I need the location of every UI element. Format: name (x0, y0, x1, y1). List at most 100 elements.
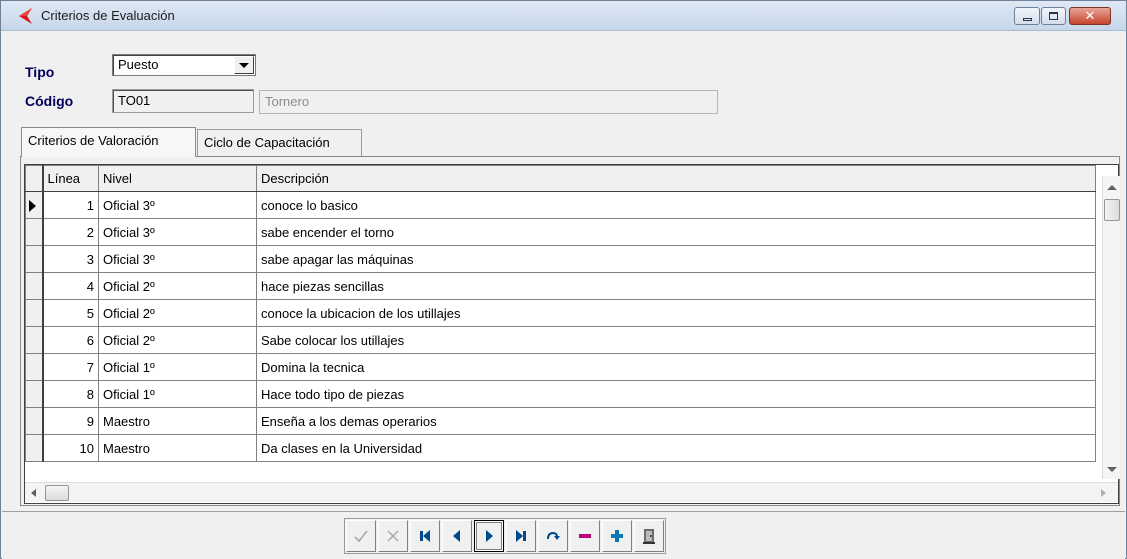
table-row[interactable]: 3 Oficial 3º sabe apagar las máquinas (25, 245, 1096, 273)
row-indicator[interactable] (25, 245, 44, 273)
table-row[interactable]: 7 Oficial 1º Domina la tecnica (25, 353, 1096, 381)
cell-descripcion[interactable]: Domina la tecnica (256, 353, 1096, 381)
delete-icon (579, 534, 591, 538)
insert-button[interactable] (602, 520, 632, 552)
table-row[interactable]: 1 Oficial 3º conoce lo basico (25, 191, 1096, 219)
post-button[interactable] (346, 520, 376, 552)
cell-linea[interactable]: 8 (42, 380, 99, 408)
cancel-icon (387, 530, 399, 542)
row-indicator[interactable] (25, 326, 44, 354)
cell-nivel[interactable]: Oficial 2º (98, 272, 257, 300)
cell-linea[interactable]: 4 (42, 272, 99, 300)
cell-linea[interactable]: 3 (42, 245, 99, 273)
codigo-field[interactable]: TO01 (112, 89, 254, 113)
cell-descripcion[interactable]: Enseña a los demas operarios (256, 407, 1096, 435)
cell-descripcion[interactable]: Sabe colocar los utillajes (256, 326, 1096, 354)
column-header-linea[interactable]: Línea (42, 165, 99, 192)
refresh-button[interactable] (538, 520, 568, 552)
row-indicator[interactable] (25, 434, 44, 462)
minimize-button[interactable] (1014, 7, 1040, 25)
insert-icon (611, 530, 623, 542)
row-indicator[interactable] (25, 191, 44, 219)
next-record-button[interactable] (474, 520, 504, 552)
data-grid[interactable]: Línea Nivel Descripción 1 Oficial 3º conoc… (24, 164, 1120, 504)
cell-linea[interactable]: 1 (42, 191, 99, 219)
row-indicator[interactable] (25, 380, 44, 408)
cell-linea[interactable]: 5 (42, 299, 99, 327)
codigo-label: Código (25, 93, 74, 109)
tab-ciclo-capacitacion[interactable]: Ciclo de Capacitación (197, 129, 362, 157)
next-record-icon (486, 530, 493, 542)
cell-descripcion[interactable]: Da clases en la Universidad (256, 434, 1096, 462)
first-record-icon (420, 530, 430, 542)
cell-nivel[interactable]: Oficial 3º (98, 218, 257, 246)
scroll-left-icon[interactable] (31, 489, 36, 497)
table-row[interactable]: 4 Oficial 2º hace piezas sencillas (25, 272, 1096, 300)
close-icon: ✕ (1084, 8, 1096, 24)
row-indicator[interactable] (25, 299, 44, 327)
tipo-select-value: Puesto (118, 57, 159, 72)
cell-descripcion[interactable]: conoce la ubicacion de los utillajes (256, 299, 1096, 327)
cell-linea[interactable]: 9 (42, 407, 99, 435)
cell-descripcion[interactable]: conoce lo basico (256, 191, 1096, 219)
row-indicator[interactable] (25, 218, 44, 246)
cell-descripcion[interactable]: hace piezas sencillas (256, 272, 1096, 300)
table-row[interactable]: 10 Maestro Da clases en la Universidad (25, 434, 1096, 462)
cell-nivel[interactable]: Maestro (98, 434, 257, 462)
window-title: Criterios de Evaluación (41, 8, 175, 23)
exit-door-icon (643, 529, 655, 544)
tipo-label: Tipo (25, 64, 55, 80)
cell-linea[interactable]: 7 (42, 353, 99, 381)
main-window: Criterios de Evaluación ✕ Tipo Puesto Có… (0, 0, 1127, 559)
last-record-button[interactable] (506, 520, 536, 552)
horizontal-scroll-thumb[interactable] (45, 485, 69, 501)
prior-record-icon (453, 530, 460, 542)
first-record-button[interactable] (410, 520, 440, 552)
cell-linea[interactable]: 2 (42, 218, 99, 246)
cell-linea[interactable]: 10 (42, 434, 99, 462)
cell-nivel[interactable]: Oficial 3º (98, 191, 257, 219)
table-row[interactable]: 6 Oficial 2º Sabe colocar los utillajes (25, 326, 1096, 354)
column-header-descripcion[interactable]: Descripción (256, 165, 1096, 192)
delete-button[interactable] (570, 520, 600, 552)
table-row[interactable]: 2 Oficial 3º sabe encender el torno (25, 218, 1096, 246)
cell-nivel[interactable]: Oficial 1º (98, 353, 257, 381)
table-row[interactable]: 5 Oficial 2º conoce la ubicacion de los ut… (25, 299, 1096, 327)
tab-criterios-valoracion[interactable]: Criterios de Valoración (21, 127, 196, 157)
cell-descripcion[interactable]: sabe apagar las máquinas (256, 245, 1096, 273)
prior-record-button[interactable] (442, 520, 472, 552)
cell-nivel[interactable]: Oficial 2º (98, 299, 257, 327)
table-row[interactable]: 9 Maestro Enseña a los demas operarios (25, 407, 1096, 435)
vertical-scroll-thumb[interactable] (1104, 199, 1120, 221)
scroll-up-icon[interactable] (1107, 185, 1117, 190)
cell-nivel[interactable]: Oficial 3º (98, 245, 257, 273)
scroll-right-icon[interactable] (1101, 489, 1106, 497)
table-row[interactable]: 8 Oficial 1º Hace todo tipo de piezas (25, 380, 1096, 408)
tipo-select[interactable]: Puesto (112, 54, 256, 76)
cell-linea[interactable]: 6 (42, 326, 99, 354)
cell-nivel[interactable]: Oficial 2º (98, 326, 257, 354)
descripcion-field: Tornero (259, 90, 718, 114)
header-row: Línea Nivel Descripción (25, 165, 1096, 192)
row-indicator[interactable] (25, 272, 44, 300)
tipo-dropdown-button[interactable] (234, 56, 254, 74)
horizontal-scrollbar[interactable] (25, 482, 1118, 502)
column-header-nivel[interactable]: Nivel (98, 165, 257, 192)
cell-nivel[interactable]: Oficial 1º (98, 380, 257, 408)
refresh-icon (547, 531, 560, 540)
last-record-icon (516, 530, 526, 542)
chevron-down-icon (239, 62, 249, 68)
maximize-button[interactable] (1041, 7, 1066, 25)
cancel-button[interactable] (378, 520, 408, 552)
cell-descripcion[interactable]: sabe encender el torno (256, 218, 1096, 246)
close-button[interactable]: ✕ (1069, 7, 1111, 25)
cell-nivel[interactable]: Maestro (98, 407, 257, 435)
exit-button[interactable] (634, 520, 664, 552)
row-indicator[interactable] (25, 353, 44, 381)
title-bar[interactable]: Criterios de Evaluación ✕ (1, 1, 1126, 31)
post-icon (354, 530, 368, 543)
vertical-scrollbar[interactable] (1102, 176, 1120, 479)
cell-descripcion[interactable]: Hace todo tipo de piezas (256, 380, 1096, 408)
row-indicator[interactable] (25, 407, 44, 435)
scroll-down-icon[interactable] (1107, 467, 1117, 472)
